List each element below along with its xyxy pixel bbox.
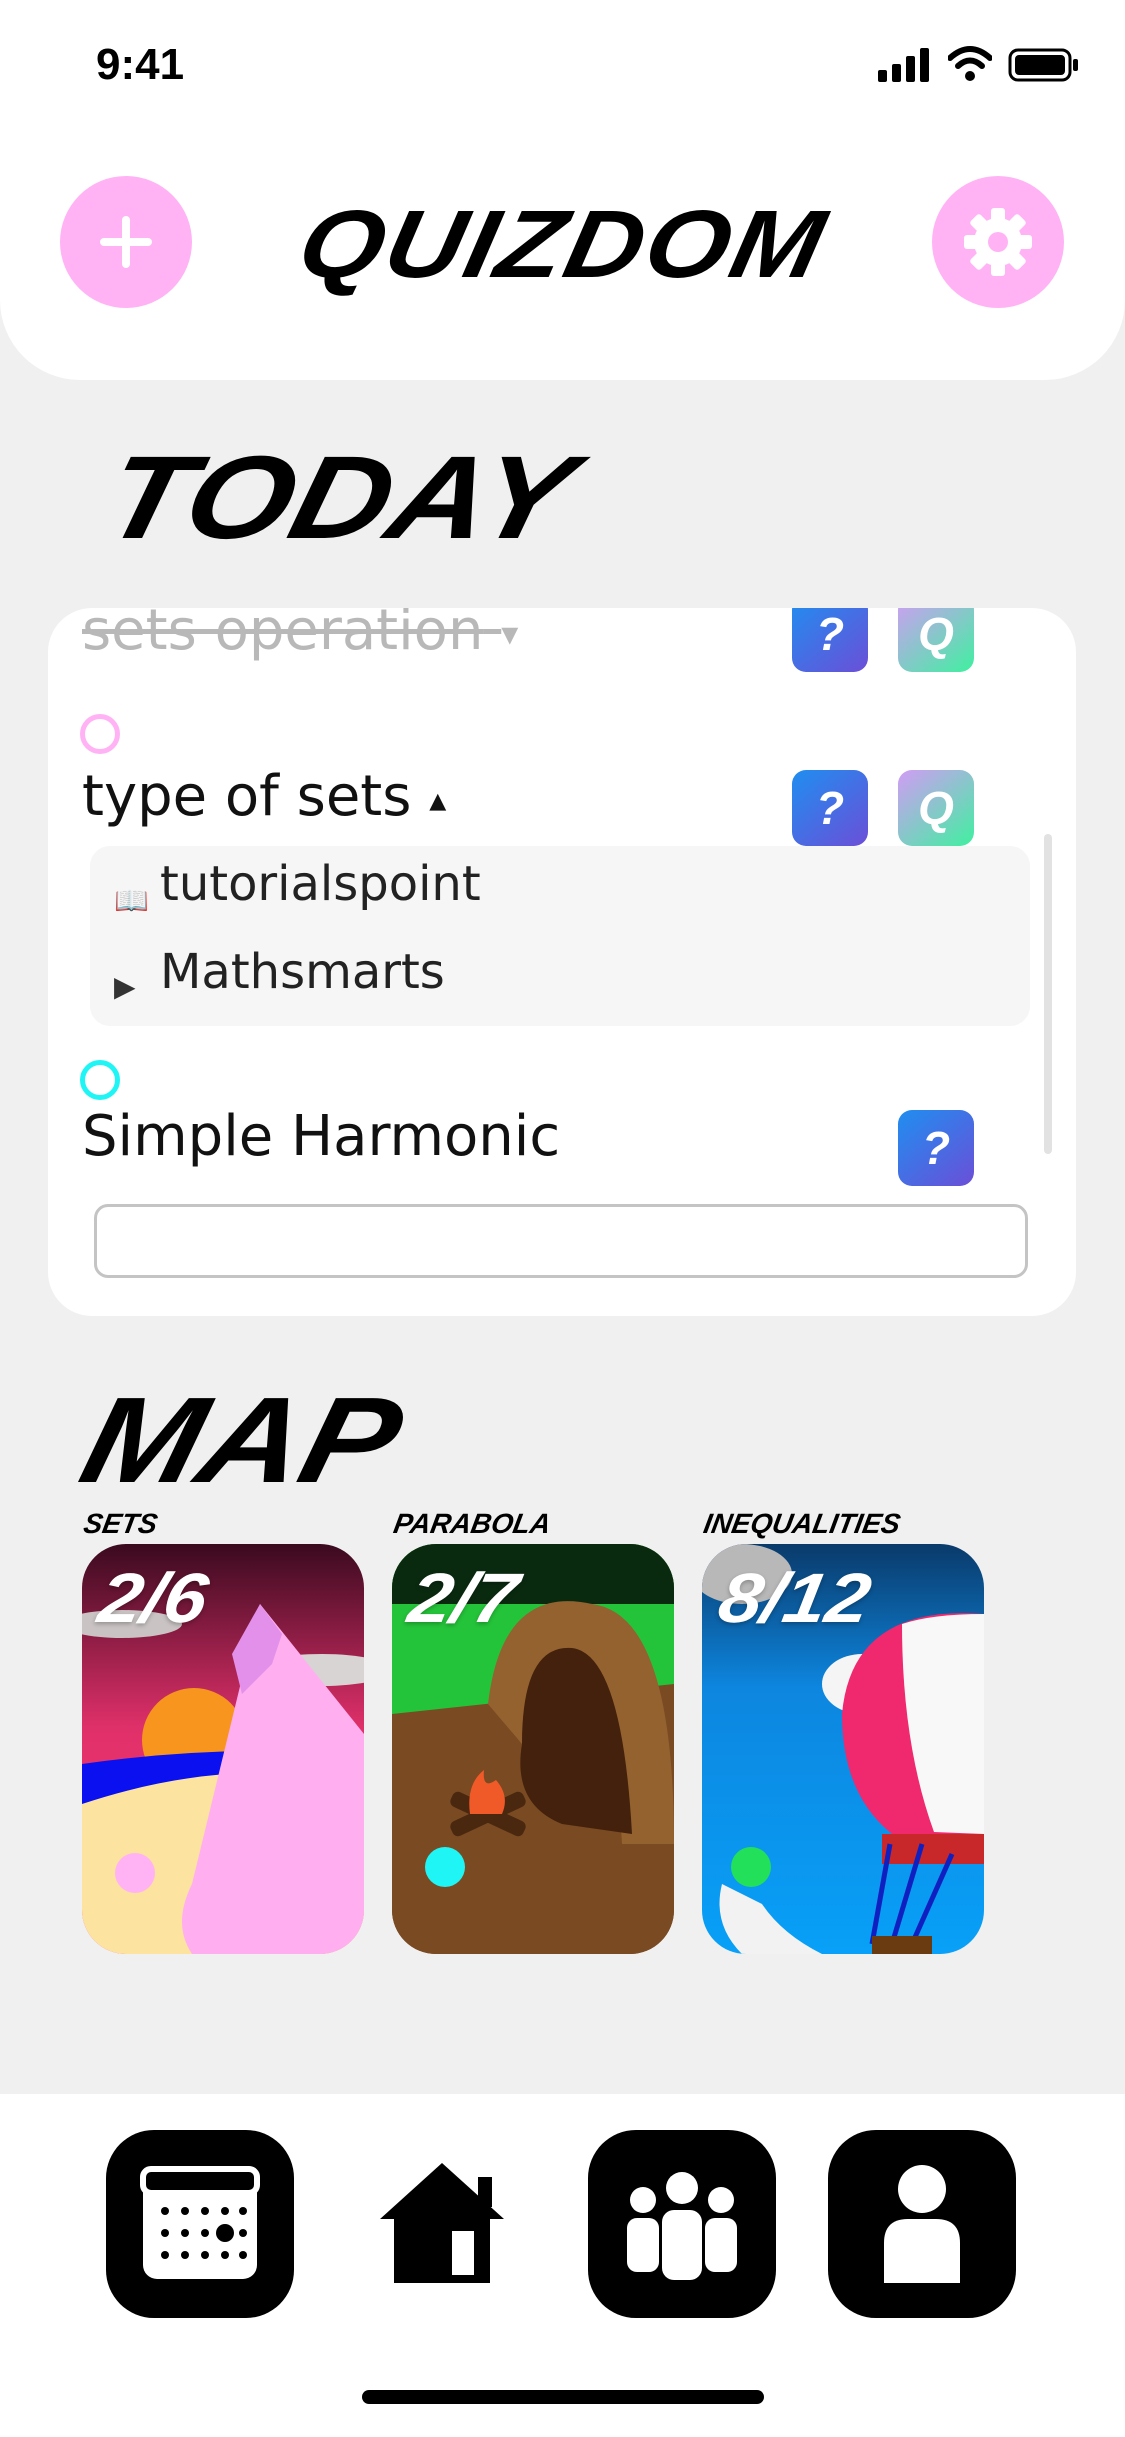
- topic-label[interactable]: Simple Harmonic: [82, 1104, 560, 1169]
- play-icon: ▶: [114, 970, 136, 1003]
- progress-dot: [115, 1853, 155, 1893]
- resource-list: 📖 tutorialspoint ▶ Mathsmarts: [90, 846, 1030, 1026]
- quiz-question-icon: ?: [815, 782, 845, 834]
- topic-status-dot[interactable]: [80, 714, 120, 754]
- quiz-question-icon: ?: [921, 1122, 951, 1174]
- resource-label: tutorialspoint: [160, 856, 481, 912]
- quiz-q-icon: Q: [918, 608, 954, 660]
- quiz-question-button[interactable]: ?: [792, 608, 868, 672]
- quiz-q-icon: Q: [918, 782, 954, 834]
- today-card: sets operation ▾ ? Q type of sets ▴ ? Q …: [48, 608, 1076, 1316]
- map-card-sets[interactable]: 2/6: [82, 1544, 364, 1954]
- topic-status-dot[interactable]: [80, 1060, 120, 1100]
- battery-icon: [1008, 48, 1078, 82]
- topic-label[interactable]: type of sets ▴: [82, 764, 446, 829]
- quiz-question-button[interactable]: ?: [792, 770, 868, 846]
- card-scrollbar[interactable]: [1044, 834, 1052, 1154]
- today-heading: TODAY: [91, 432, 587, 564]
- progress-dot: [731, 1847, 771, 1887]
- note-input[interactable]: [94, 1204, 1028, 1278]
- home-indicator: [362, 2390, 764, 2404]
- topic-title: type of sets: [82, 764, 412, 829]
- tab-bar: [0, 2094, 1125, 2437]
- topic-title: sets operation: [82, 608, 484, 663]
- app-header: 9:41 QUIZDOM: [0, 0, 1125, 380]
- tab-groups[interactable]: [588, 2130, 776, 2318]
- gear-icon: [964, 208, 1032, 276]
- status-time: 9:41: [96, 40, 185, 89]
- map-card-label: SETS: [81, 1508, 160, 1539]
- map-card-progress: 2/6: [93, 1559, 214, 1637]
- home-icon: [380, 2163, 504, 2283]
- map-card-inequalities[interactable]: 8/12: [702, 1544, 984, 1954]
- wifi-icon: [948, 46, 992, 81]
- calendar-icon: [140, 2166, 260, 2279]
- map-card-label: PARABOLA: [391, 1508, 554, 1539]
- signal-icon: [878, 48, 929, 82]
- quiz-question-icon: ?: [815, 608, 845, 660]
- topic-label[interactable]: sets operation ▾: [82, 608, 518, 663]
- quiz-q-button[interactable]: Q: [898, 608, 974, 672]
- map-card-label: INEQUALITIES: [701, 1508, 903, 1539]
- collapse-toggle-icon[interactable]: ▾: [501, 614, 518, 654]
- map-card-parabola[interactable]: 2/7: [392, 1544, 674, 1954]
- book-icon: 📖: [114, 884, 149, 917]
- map-card-progress: 8/12: [713, 1559, 877, 1637]
- settings-button[interactable]: [932, 176, 1064, 308]
- profile-icon: [884, 2165, 960, 2283]
- progress-dot: [425, 1847, 465, 1887]
- expand-toggle-icon[interactable]: ▴: [429, 780, 446, 820]
- topic-title: Simple Harmonic: [82, 1104, 561, 1169]
- tab-home[interactable]: [348, 2130, 536, 2318]
- resource-label: Mathsmarts: [160, 944, 445, 1000]
- groups-icon: [627, 2172, 737, 2280]
- map-heading: MAP: [69, 1372, 415, 1508]
- tab-calendar[interactable]: [106, 2130, 294, 2318]
- map-card-progress: 2/7: [403, 1559, 524, 1637]
- tab-profile[interactable]: [828, 2130, 1016, 2318]
- quiz-q-button[interactable]: Q: [898, 770, 974, 846]
- quiz-question-button[interactable]: ?: [898, 1110, 974, 1186]
